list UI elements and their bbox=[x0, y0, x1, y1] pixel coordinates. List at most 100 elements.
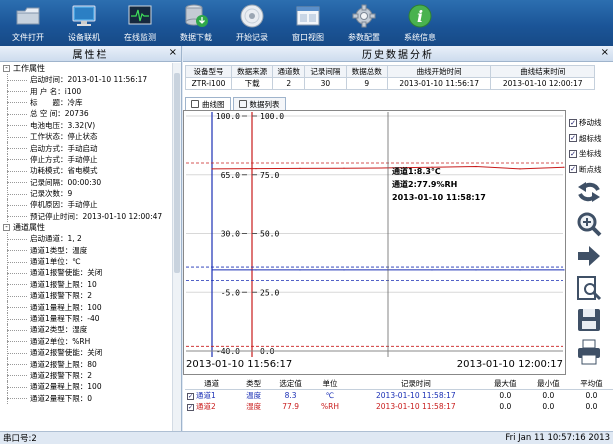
tree-item[interactable]: 电池电压：3.32(V) bbox=[0, 119, 172, 132]
checkbox-icon[interactable]: ✓ bbox=[569, 165, 577, 174]
collapse-toggle-icon[interactable]: - bbox=[3, 224, 10, 232]
tree-item[interactable]: 通道2报警上限：80 bbox=[0, 358, 172, 371]
device-connect-button[interactable]: 设备联机 bbox=[56, 0, 112, 46]
tree-item[interactable]: 工作状态：停止状态 bbox=[0, 130, 172, 143]
checkbox-icon[interactable]: ✓ bbox=[569, 134, 577, 143]
history-panel-close-button[interactable]: × bbox=[601, 47, 609, 58]
save-icon[interactable] bbox=[571, 304, 607, 336]
print-icon[interactable] bbox=[571, 336, 607, 368]
tree-item[interactable]: 记录次数：9 bbox=[0, 187, 172, 200]
chart-tab-icon bbox=[191, 100, 199, 108]
file-open-label: 文件打开 bbox=[12, 33, 44, 42]
file-open-button[interactable]: 文件打开 bbox=[0, 0, 56, 46]
y-tick-label-1: -5.0 bbox=[221, 288, 240, 297]
tree-item[interactable]: 通道1报警使能：关闭 bbox=[0, 267, 172, 280]
gear-icon bbox=[350, 3, 378, 29]
tree-item[interactable]: 功耗模式：省电模式 bbox=[0, 165, 172, 177]
tree-item[interactable]: 启动通道：1, 2 bbox=[0, 233, 172, 245]
zoom-in-icon[interactable] bbox=[571, 208, 607, 240]
series-point-2 bbox=[563, 166, 565, 168]
tree-item[interactable]: 通道2单位：%RH bbox=[0, 335, 172, 348]
history-panel-header: 历史数据分析 × bbox=[183, 46, 613, 62]
summary-header-cell: 曲线开始时间 bbox=[386, 65, 492, 78]
channel-cell-value: 8.3 bbox=[284, 391, 297, 400]
tree-item[interactable]: 总 空 间：20736 bbox=[0, 108, 172, 120]
arrow-right-icon[interactable] bbox=[571, 240, 607, 272]
tree-item[interactable]: 通道2类型：湿度 bbox=[0, 324, 172, 336]
channel-header-cell: 选定值 bbox=[269, 378, 313, 390]
checkbox-icon[interactable]: ✓ bbox=[569, 118, 577, 127]
zoom-page-icon[interactable] bbox=[571, 272, 607, 304]
cursor-readout: 通道2:77.9%RH bbox=[392, 179, 457, 189]
window-view-label: 窗口视图 bbox=[292, 33, 324, 42]
channel-checkbox-icon[interactable]: ✓ bbox=[187, 392, 194, 400]
window-view-button[interactable]: 窗口视图 bbox=[280, 0, 336, 46]
chart-option[interactable]: ✓ 断点线 bbox=[569, 162, 609, 178]
property-panel-title: 属性栏 bbox=[72, 50, 109, 61]
system-info-button[interactable]: i 系统信息 bbox=[392, 0, 448, 46]
channel-row[interactable]: ✓ 通道1 温度 8.3 ℃ 2013-01-10 11:58:17 0.0 0.0 0.0 bbox=[185, 390, 613, 402]
summary-cell: 2 bbox=[272, 77, 306, 90]
tree-item[interactable]: 通道1量程下限：-40 bbox=[0, 312, 172, 325]
tree-item[interactable]: 启动时间：2013-01-10 11:56:17 bbox=[0, 74, 172, 86]
tab-data-list[interactable]: 数据列表 bbox=[232, 97, 286, 110]
tree-item[interactable]: 通道1报警上限：10 bbox=[0, 278, 172, 291]
channel-cell-min: 0.0 bbox=[542, 402, 555, 411]
tree-item[interactable]: 用 户 名：i100 bbox=[0, 85, 172, 98]
channel-cell-unit: ℃ bbox=[325, 391, 335, 400]
data-download-button[interactable]: 数据下载 bbox=[168, 0, 224, 46]
channel-header-cell: 通道 bbox=[185, 378, 239, 390]
summary-cell: 9 bbox=[345, 77, 388, 90]
series-point-2 bbox=[475, 165, 477, 168]
start-record-button[interactable]: 开始记录 bbox=[224, 0, 280, 46]
property-scrollbar[interactable] bbox=[172, 63, 181, 431]
cursor-readout: 通道1:8.3℃ bbox=[392, 166, 441, 176]
online-monitor-button[interactable]: 在线监测 bbox=[112, 0, 168, 46]
database-download-icon bbox=[182, 3, 210, 29]
channel-name-label: 通道1 bbox=[196, 391, 216, 400]
rotate-icon[interactable] bbox=[571, 176, 607, 208]
tree-item[interactable]: 启动方式：手动启动 bbox=[0, 142, 172, 155]
tree-item[interactable]: 通道1类型：温度 bbox=[0, 244, 172, 257]
tree-item[interactable]: 停机原因：手动停止 bbox=[0, 199, 172, 212]
channel-cell-type: 湿度 bbox=[246, 402, 262, 411]
chart-option[interactable]: ✓ 坐标线 bbox=[569, 146, 609, 162]
tree-item[interactable]: 标 题：冷库 bbox=[0, 96, 172, 109]
series-point-2 bbox=[255, 168, 257, 170]
tree-item[interactable]: 通道1单位：℃ bbox=[0, 255, 172, 268]
tree-item[interactable]: 通道1量程上限：100 bbox=[0, 301, 172, 314]
channel-header-cell: 最小值 bbox=[526, 378, 570, 390]
tree-item[interactable]: 记录间隔：00:00:30 bbox=[0, 176, 172, 189]
series-point-1 bbox=[563, 269, 565, 271]
chart-option-label: 移动线 bbox=[579, 118, 602, 128]
tree-item[interactable]: 通道2报警使能：关闭 bbox=[0, 346, 172, 359]
tab-chart[interactable]: 曲线图 bbox=[185, 97, 231, 110]
param-config-label: 参数配置 bbox=[348, 33, 380, 42]
chart-option[interactable]: ✓ 移动线 bbox=[569, 115, 609, 131]
checkbox-icon[interactable]: ✓ bbox=[569, 149, 577, 158]
chart-option[interactable]: ✓ 超标线 bbox=[569, 131, 609, 147]
collapse-toggle-icon[interactable]: - bbox=[3, 65, 10, 72]
tree-group[interactable]: - 通道属性 bbox=[0, 222, 172, 233]
tree-item[interactable]: 通道2量程上限：100 bbox=[0, 381, 172, 393]
list-tab-icon bbox=[238, 100, 247, 108]
summary-table: 设备型号 数据来源 通道数 记录间隔 数据总数 曲线开始时间 曲线结束时间 ZTR-i100… bbox=[185, 65, 595, 90]
tree-item[interactable]: 通道2量程下限：0 bbox=[0, 392, 172, 405]
scrollbar-thumb[interactable] bbox=[174, 73, 180, 273]
tree-item[interactable]: 通道2报警下限：2 bbox=[0, 369, 172, 382]
tree-group-label: 工作属性 bbox=[13, 64, 45, 73]
serial-port-status: 串口号:2 bbox=[3, 434, 37, 444]
param-config-button[interactable]: 参数配置 bbox=[336, 0, 392, 46]
tree-item[interactable]: 预记停止时间：2013-01-10 12:00:47 bbox=[0, 210, 172, 223]
tree-item[interactable]: 停止方式：手动停止 bbox=[0, 153, 172, 166]
history-chart[interactable]: 100.0 65.0 30.0 -5.0 -40.0 100.0 75.0 50.0 25.0 0… bbox=[183, 110, 566, 375]
channel-header-cell: 类型 bbox=[238, 378, 270, 390]
ecg-monitor-icon bbox=[126, 3, 154, 29]
series-point-1 bbox=[431, 269, 433, 271]
tree-group[interactable]: - 工作属性 bbox=[0, 63, 172, 74]
property-panel-close-button[interactable]: × bbox=[169, 47, 177, 58]
channel-row[interactable]: ✓ 通道2 湿度 77.9 %RH 2013-01-10 11:58:17 0.0 0.0 0.… bbox=[185, 401, 613, 412]
tree-item[interactable]: 通道1报警下限：2 bbox=[0, 290, 172, 302]
channel-cell-max: 0.0 bbox=[499, 391, 512, 400]
channel-checkbox-icon[interactable]: ✓ bbox=[187, 403, 194, 411]
